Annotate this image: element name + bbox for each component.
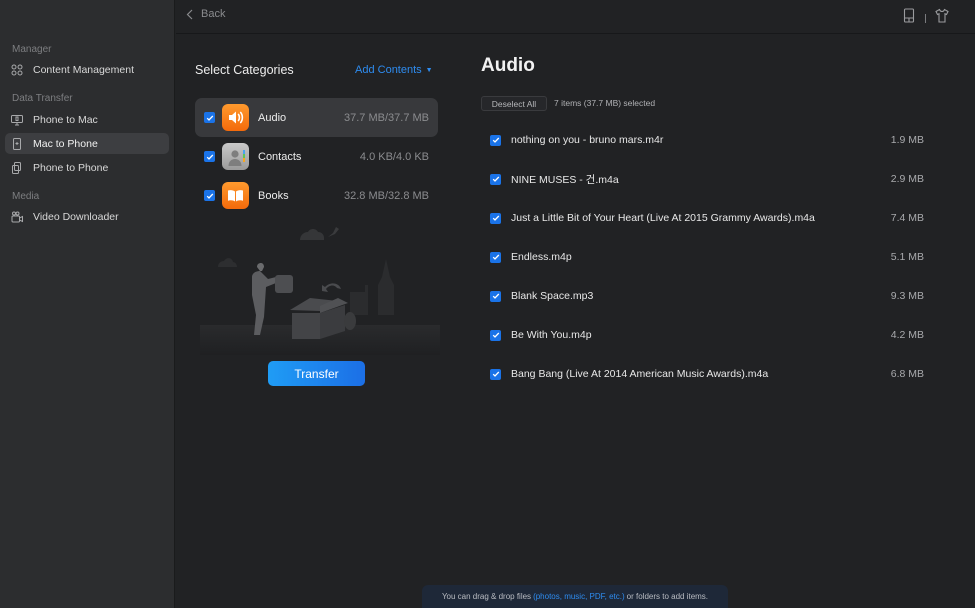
- file-checkbox[interactable]: [490, 329, 501, 341]
- file-row[interactable]: nothing on you - bruno mars.m4r 1.9 MB: [490, 130, 930, 150]
- sidebar-item-video-downloader[interactable]: Video Downloader: [5, 206, 169, 227]
- caret-down-icon: ▼: [425, 67, 433, 74]
- bird-icon: [328, 227, 339, 237]
- hint-prefix: You can drag & drop files: [441, 592, 532, 601]
- phones-icon: [11, 161, 23, 174]
- sidebar-item-phone-to-mac[interactable]: Phone to Mac: [5, 109, 169, 130]
- cloud-icon: [218, 258, 237, 267]
- category-size: 4.0 KB/4.0 KB: [359, 150, 429, 163]
- file-name: Just a Little Bit of Your Heart (Live At…: [511, 212, 815, 224]
- add-contents-label: Add Contents: [355, 64, 422, 76]
- contacts-icon: [222, 143, 249, 170]
- box-front: [292, 313, 320, 339]
- file-row[interactable]: Endless.m4p 5.1 MB: [490, 247, 930, 267]
- building-shape: [350, 259, 394, 315]
- category-row-contacts[interactable]: Contacts 4.0 KB/4.0 KB: [195, 137, 438, 176]
- sidebar-section-data-transfer: Data Transfer: [12, 93, 73, 104]
- file-name: nothing on you - bruno mars.m4r: [511, 134, 664, 146]
- selection-summary: 7 items (37.7 MB) selected: [554, 98, 656, 108]
- cloud-icon: [300, 229, 324, 240]
- deselect-all-button[interactable]: Deselect All: [481, 96, 547, 111]
- file-checkbox[interactable]: [490, 251, 501, 263]
- transfer-illustration: [200, 227, 440, 355]
- hint-suffix: or folders to add items.: [626, 592, 709, 601]
- sidebar-item-label: Phone to Mac: [33, 113, 98, 126]
- audio-title: Audio: [481, 55, 535, 76]
- file-size: 2.9 MB: [890, 173, 924, 185]
- file-size: 6.8 MB: [890, 368, 924, 380]
- file-row[interactable]: Bang Bang (Live At 2014 American Music A…: [490, 364, 930, 384]
- tshirt-icon[interactable]: [935, 8, 949, 28]
- back-button[interactable]: Back: [186, 8, 225, 20]
- sidebar-item-label: Mac to Phone: [33, 137, 98, 150]
- checkbox-books[interactable]: [204, 190, 215, 201]
- back-label: Back: [201, 8, 226, 20]
- select-categories-title: Select Categories: [195, 63, 294, 77]
- phone-icon: [11, 137, 23, 150]
- file-checkbox[interactable]: [490, 212, 501, 224]
- category-row-audio[interactable]: Audio 37.7 MB/37.7 MB: [195, 98, 438, 137]
- file-checkbox[interactable]: [490, 134, 501, 146]
- category-name: Contacts: [258, 150, 302, 163]
- chevron-left-icon: [186, 9, 193, 19]
- sidebar: Manager Content Management Data Transfer…: [0, 0, 175, 608]
- sidebar-item-phone-to-phone[interactable]: Phone to Phone: [5, 157, 169, 178]
- category-name: Audio: [258, 111, 287, 124]
- header-divider: [925, 13, 926, 23]
- sidebar-item-label: Content Management: [33, 63, 134, 76]
- person-head: [257, 263, 264, 271]
- sidebar-section-manager: Manager: [12, 44, 52, 55]
- category-size: 32.8 MB/32.8 MB: [344, 189, 429, 202]
- file-name: Endless.m4p: [511, 251, 572, 263]
- file-name: Be With You.m4p: [511, 329, 592, 341]
- held-box: [275, 275, 293, 293]
- header-actions: [902, 8, 949, 28]
- file-name: Bang Bang (Live At 2014 American Music A…: [511, 368, 769, 380]
- grid-icon: [11, 64, 23, 76]
- arrow-icon: [322, 283, 341, 292]
- transfer-button[interactable]: Transfer: [268, 361, 365, 386]
- file-size: 9.3 MB: [890, 290, 924, 302]
- file-size: 5.1 MB: [890, 251, 924, 263]
- file-checkbox[interactable]: [490, 173, 501, 185]
- file-row[interactable]: Just a Little Bit of Your Heart (Live At…: [490, 208, 930, 228]
- add-contents-dropdown[interactable]: Add Contents ▼: [355, 64, 433, 76]
- hint-file-types-link[interactable]: (photos, music, PDF, etc.): [533, 592, 625, 601]
- category-row-books[interactable]: Books 32.8 MB/32.8 MB: [195, 176, 438, 215]
- file-name: Blank Space.mp3: [511, 290, 594, 302]
- sidebar-item-content-management[interactable]: Content Management: [5, 59, 169, 80]
- file-size: 1.9 MB: [890, 134, 924, 146]
- checkbox-audio[interactable]: [204, 112, 215, 123]
- sidebar-item-label: Phone to Phone: [33, 161, 109, 174]
- speaker-icon: [222, 104, 249, 131]
- file-row[interactable]: Be With You.m4p 4.2 MB: [490, 325, 930, 345]
- video-camera-icon: [11, 211, 23, 223]
- file-size: 7.4 MB: [890, 212, 924, 224]
- file-name: NINE MUSES - 건.m4a: [511, 173, 619, 186]
- file-row[interactable]: Blank Space.mp3 9.3 MB: [490, 286, 930, 306]
- sidebar-section-media: Media: [12, 191, 40, 202]
- drag-drop-hint: You can drag & drop files (photos, music…: [422, 585, 728, 608]
- file-row[interactable]: NINE MUSES - 건.m4a 2.9 MB: [490, 169, 930, 189]
- file-checkbox[interactable]: [490, 290, 501, 302]
- top-bar: Back: [176, 0, 975, 34]
- monitor-icon: [11, 114, 23, 126]
- plant-shape: [344, 312, 356, 330]
- checkbox-contacts[interactable]: [204, 151, 215, 162]
- file-size: 4.2 MB: [890, 329, 924, 341]
- book-icon: [222, 182, 249, 209]
- category-name: Books: [258, 189, 289, 202]
- category-size: 37.7 MB/37.7 MB: [344, 111, 429, 124]
- file-checkbox[interactable]: [490, 368, 501, 380]
- sidebar-item-label: Video Downloader: [33, 210, 119, 223]
- device-icon[interactable]: [902, 8, 916, 28]
- sidebar-item-mac-to-phone[interactable]: Mac to Phone: [5, 133, 169, 154]
